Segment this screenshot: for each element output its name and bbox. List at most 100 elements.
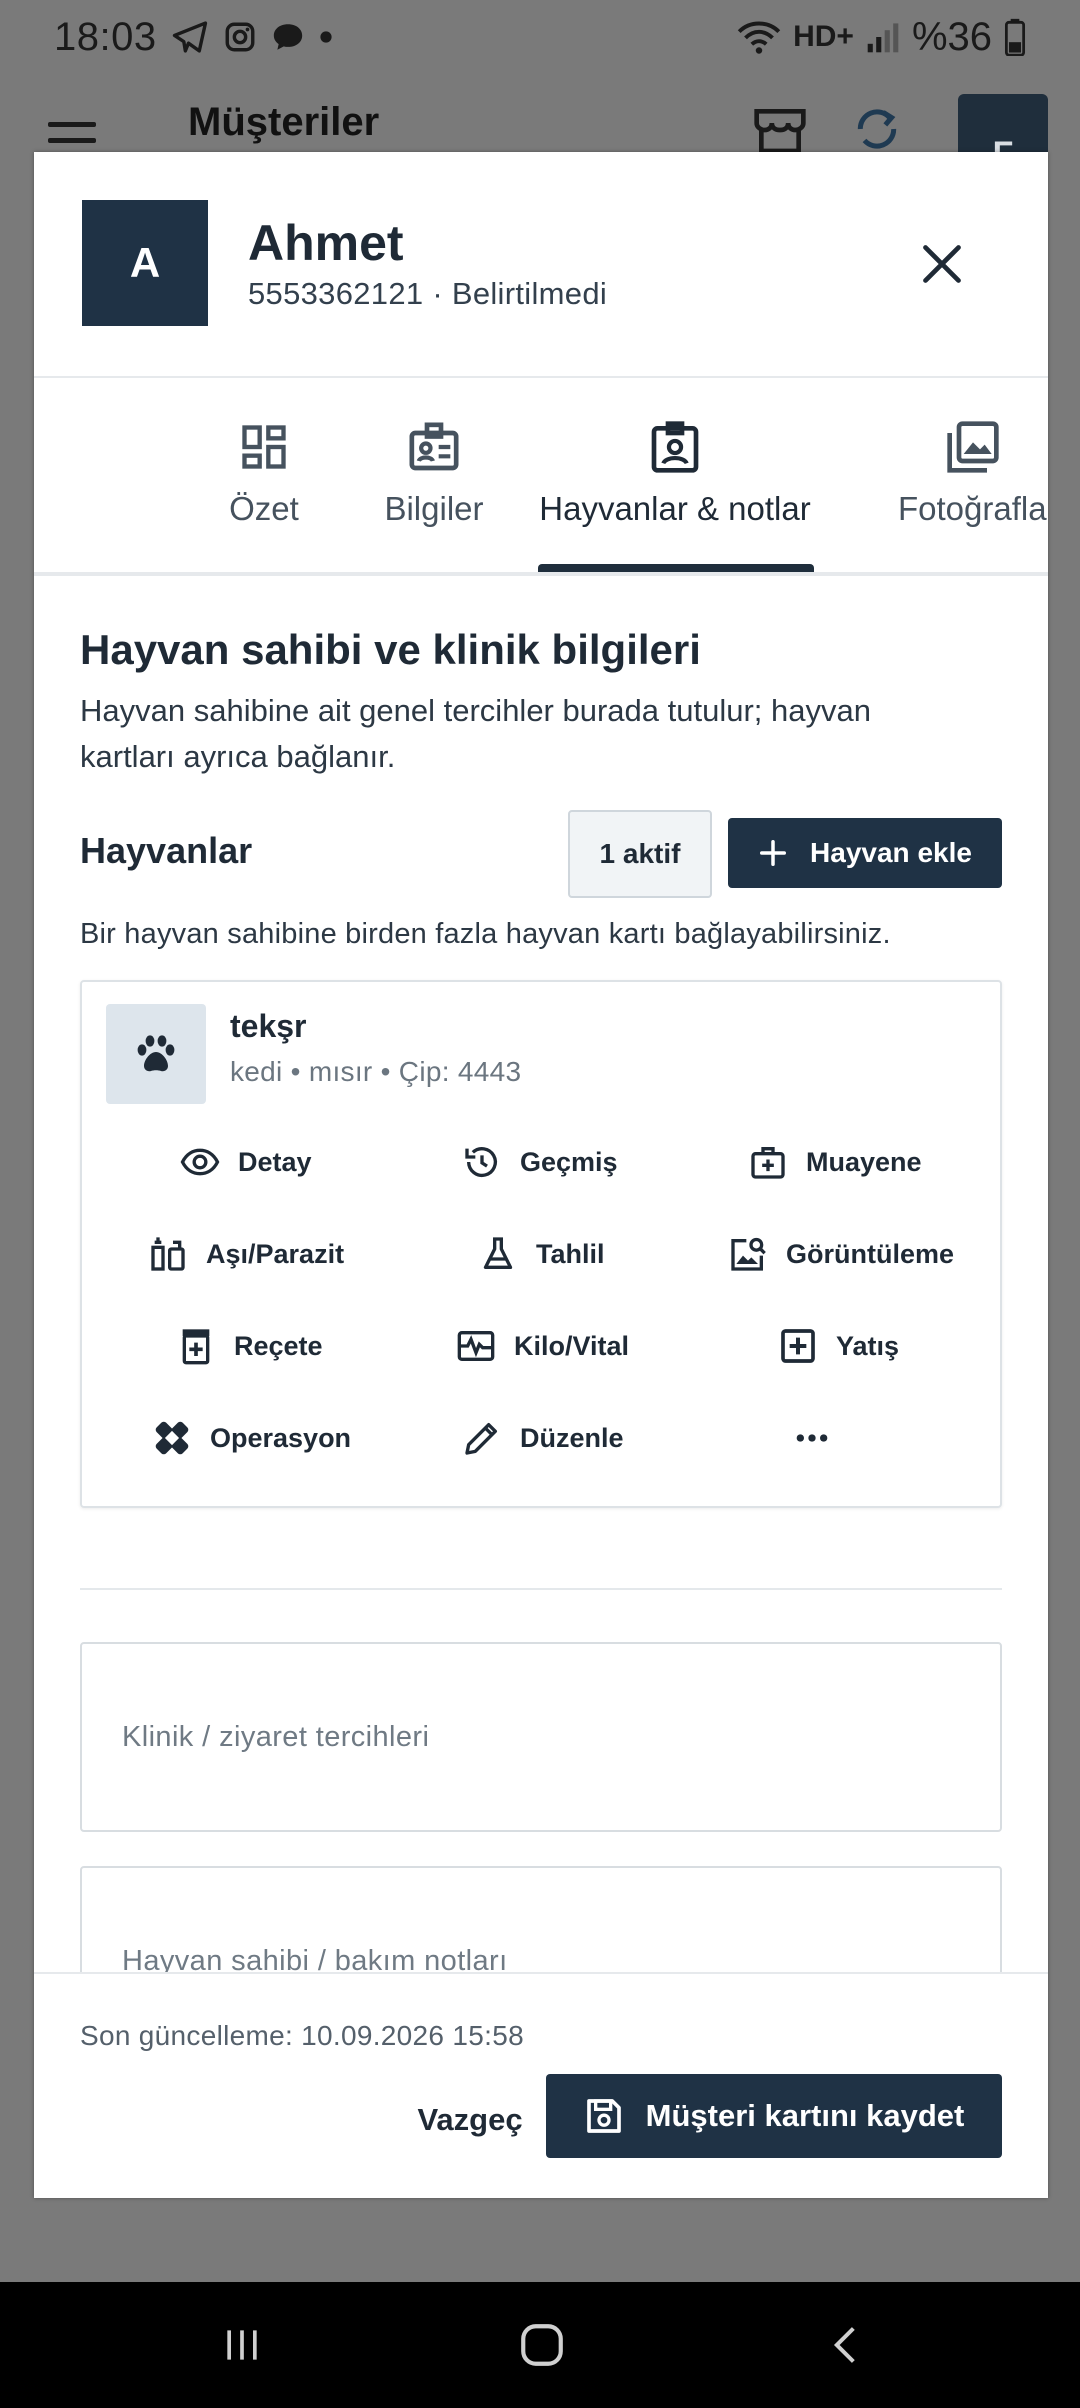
pet-meta: kedi • mısır • Çip: 4443 — [230, 1056, 522, 1087]
pet-card: tekşr kedi • mısır • Çip: 4443 Detay Geç… — [80, 980, 1002, 1508]
tab-fotograflar[interactable]: Fotoğrafla — [898, 380, 1048, 576]
tab-label: Özet — [229, 490, 299, 527]
battery-percent: %36 — [911, 14, 992, 59]
cancel-button[interactable]: Vazgeç — [370, 2078, 570, 2162]
home-icon — [521, 2324, 563, 2366]
notification-dot-icon — [319, 30, 333, 44]
more-horizontal-icon — [792, 1418, 832, 1458]
vaccine-icon — [148, 1234, 188, 1274]
vaccine-parasite-button[interactable]: Aşı/Parazit — [148, 1224, 344, 1284]
prescription-button[interactable]: Reçete — [176, 1316, 323, 1376]
app-title: Müşteriler — [188, 100, 380, 144]
action-label: Operasyon — [210, 1422, 352, 1453]
wifi-icon — [737, 19, 781, 55]
active-tab-indicator — [538, 564, 814, 572]
flask-icon — [478, 1234, 518, 1274]
last-updated: Son güncelleme: 10.09.2026 15:58 — [80, 2020, 524, 2051]
home-button[interactable] — [502, 2312, 582, 2378]
tab-label: Hayvanlar & notlar — [539, 490, 811, 527]
bandage-icon — [152, 1418, 192, 1458]
animals-title: Hayvanlar — [80, 830, 253, 871]
customer-subtitle: 5553362121 · Belirtilmedi — [248, 276, 608, 311]
detail-button[interactable]: Detay — [180, 1132, 312, 1192]
save-customer-label: Müşteri kartını kaydet — [645, 2098, 965, 2133]
pencil-icon — [462, 1418, 502, 1458]
photos-icon — [898, 416, 1048, 478]
action-label: Düzenle — [520, 1422, 624, 1453]
vital-signs-icon — [456, 1326, 496, 1366]
customer-dialog: A Ahmet 5553362121 · Belirtilmedi Özet B… — [34, 152, 1048, 2198]
tab-label: Fotoğrafla — [898, 490, 1047, 527]
paw-icon — [137, 1035, 175, 1072]
action-label: Aşı/Parazit — [206, 1238, 345, 1269]
battery-icon — [1004, 18, 1026, 56]
eye-icon — [180, 1142, 220, 1182]
back-icon — [833, 2327, 855, 2363]
section-title: Hayvan sahibi ve klinik bilgileri — [80, 626, 701, 673]
pet-name: tekşr — [230, 1008, 307, 1044]
add-animal-label: Hayvan ekle — [810, 837, 972, 868]
close-button[interactable] — [910, 232, 974, 296]
add-animal-button[interactable]: Hayvan ekle — [728, 818, 1002, 888]
dialog-footer: Son güncelleme: 10.09.2026 15:58 Vazgeç … — [34, 1972, 1048, 2198]
operation-button[interactable]: Operasyon — [152, 1408, 351, 1468]
customer-name: Ahmet — [248, 215, 404, 271]
instagram-icon — [223, 20, 257, 54]
plus-icon — [760, 840, 787, 866]
action-label: Tahlil — [536, 1238, 605, 1269]
section-divider — [80, 1588, 1002, 1590]
history-icon — [462, 1142, 502, 1182]
action-label: Geçmiş — [520, 1146, 618, 1177]
tab-bilgiler[interactable]: Bilgiler — [344, 380, 524, 576]
action-label: Reçete — [234, 1330, 323, 1361]
recent-apps-button[interactable] — [202, 2312, 282, 2378]
image-search-icon — [728, 1234, 768, 1274]
edit-button[interactable]: Düzenle — [462, 1408, 624, 1468]
lab-test-button[interactable]: Tahlil — [478, 1224, 605, 1284]
recent-apps-icon — [227, 2330, 257, 2360]
medical-bag-icon — [748, 1142, 788, 1182]
action-label: Muayene — [806, 1146, 922, 1177]
section-description: Hayvan sahibine ait genel tercihler bura… — [80, 693, 871, 774]
system-nav-bar — [0, 2282, 1080, 2408]
tab-ozet[interactable]: Özet — [190, 380, 338, 576]
active-count-badge: 1 aktif — [568, 810, 712, 898]
action-label: Yatış — [836, 1330, 900, 1361]
pet-avatar — [106, 1004, 206, 1104]
prescription-icon — [176, 1326, 216, 1366]
back-button[interactable] — [806, 2312, 886, 2378]
owner-notes-input[interactable] — [122, 1868, 962, 1972]
hd-network-icon: HD+ — [793, 20, 854, 53]
sync-icon[interactable] — [852, 104, 902, 159]
dashboard-icon — [238, 416, 290, 478]
clinic-preferences-field[interactable] — [80, 1642, 1002, 1832]
animals-hint: Bir hayvan sahibine birden fazla hayvan … — [80, 918, 891, 950]
customer-avatar: A — [82, 200, 208, 326]
owner-notes-field[interactable] — [80, 1866, 1002, 1972]
telegram-icon — [171, 20, 209, 54]
imaging-button[interactable]: Görüntüleme — [728, 1224, 954, 1284]
save-icon — [586, 2099, 621, 2133]
action-label: Detay — [238, 1146, 312, 1177]
status-bar: 18:03 HD+ %36 — [0, 0, 1080, 74]
action-label: Kilo/Vital — [514, 1330, 630, 1361]
dialog-content[interactable]: Hayvan sahibi ve klinik bilgileri Hayvan… — [34, 576, 1048, 1972]
history-button[interactable]: Geçmiş — [462, 1132, 618, 1192]
save-customer-button[interactable]: Müşteri kartını kaydet — [546, 2074, 1002, 2158]
id-card-icon — [406, 416, 462, 478]
examination-button[interactable]: Muayene — [748, 1132, 922, 1192]
tab-hayvanlar-notlar[interactable]: Hayvanlar & notlar — [528, 380, 822, 576]
clinic-preferences-input[interactable] — [122, 1644, 962, 1830]
chat-bubble-icon — [271, 20, 305, 54]
plus-box-icon — [778, 1326, 818, 1366]
tab-label: Bilgiler — [384, 490, 484, 527]
close-icon — [923, 245, 961, 283]
more-actions-button[interactable] — [792, 1408, 832, 1468]
signal-icon — [866, 20, 900, 54]
action-label: Görüntüleme — [786, 1238, 955, 1269]
tab-bar: Özet Bilgiler Hayvanlar & notlar Fotoğra… — [34, 380, 1048, 576]
weight-vital-button[interactable]: Kilo/Vital — [456, 1316, 629, 1376]
dialog-header: A Ahmet 5553362121 · Belirtilmedi — [34, 152, 1048, 378]
status-time: 18:03 — [54, 14, 157, 59]
hospitalization-button[interactable]: Yatış — [778, 1316, 899, 1376]
